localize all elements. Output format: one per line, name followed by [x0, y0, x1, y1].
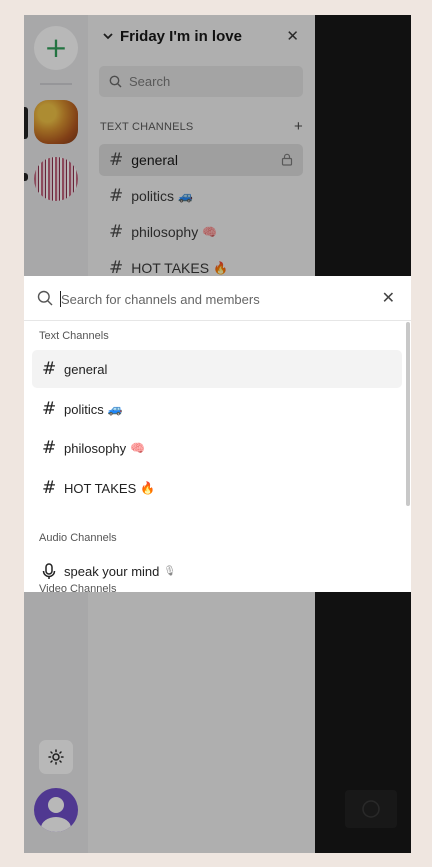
scrollbar[interactable]: [406, 322, 410, 506]
channel-emoji: 🎙: [163, 565, 177, 577]
group-label-text: Text Channels: [39, 330, 109, 342]
channel-emoji: 🚙: [107, 402, 123, 416]
result-item-hot-takes[interactable]: # HOT TAKES 🔥: [32, 469, 402, 507]
hash-icon: #: [42, 438, 57, 458]
quick-switcher-input[interactable]: [61, 287, 361, 311]
result-item-philosophy[interactable]: # philosophy 🧠: [32, 429, 402, 467]
microphone-icon: [42, 562, 56, 580]
result-item-politics[interactable]: # politics 🚙: [32, 390, 402, 428]
hash-icon: #: [42, 359, 57, 379]
hash-icon: #: [42, 478, 57, 498]
quick-switcher: ✕ Text Channels # general # politics 🚙 #…: [24, 276, 411, 592]
result-name: philosophy: [64, 440, 127, 456]
group-label-video: Video Channels: [39, 583, 117, 592]
result-name: politics: [64, 401, 104, 417]
result-name: general: [64, 361, 108, 377]
hash-icon: #: [42, 399, 57, 419]
quick-switcher-search-bar: ✕: [24, 276, 411, 321]
app-window: + Friday I'm in love ✕ Search TEXT CHANN…: [24, 15, 411, 853]
group-label-audio: Audio Channels: [39, 532, 117, 544]
channel-emoji: 🔥: [140, 481, 156, 495]
close-icon[interactable]: ✕: [382, 290, 395, 306]
result-name: speak your mind: [64, 563, 160, 579]
text-caret: [60, 291, 61, 307]
channel-emoji: 🧠: [130, 441, 146, 455]
search-icon: [37, 290, 53, 306]
result-name: HOT TAKES: [64, 480, 137, 496]
result-item-general[interactable]: # general: [32, 350, 402, 388]
